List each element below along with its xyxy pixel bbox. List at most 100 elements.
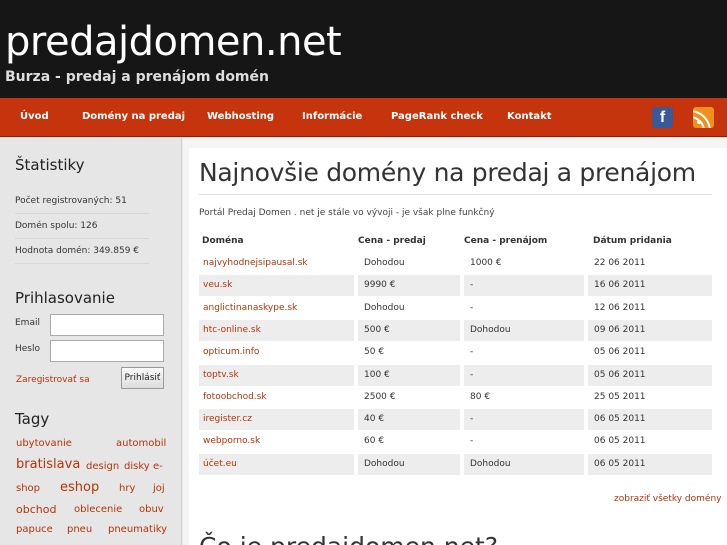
cell-separator [354,409,358,431]
nav-item-webhosting[interactable]: Webhosting [207,98,274,136]
cell-separator [460,364,464,386]
stat-divider [15,238,149,239]
nav-item-informacie[interactable]: Informácie [302,98,362,136]
cell-sale-price: 50 € [364,347,385,358]
cell-date: 09 06 2011 [594,324,646,335]
cell-rent-price: 1000 € [470,258,502,268]
cell-separator [584,453,588,475]
cell-sale-price: Dohodou [364,302,405,313]
cell-separator [460,409,464,431]
cell-rent-price: Dohodou [470,324,511,335]
cell-separator [354,275,358,297]
cell-sale-price: 9990 € [364,280,396,291]
cell-domain[interactable]: webporno.sk [203,431,260,452]
cell-separator [354,453,358,475]
main-nav: Úvod Domény na predaj Webhosting Informá… [0,98,727,137]
cell-sale-price: 500 € [364,324,390,335]
tag-link[interactable]: design [86,461,119,472]
nav-item-domeny-na-predaj[interactable]: Domény na predaj [82,98,185,136]
cell-sale-price: 2500 € [364,391,396,402]
tag-link[interactable]: papuce [16,524,53,535]
tag-link[interactable]: eshop [60,480,99,495]
cell-sale-price: 40 € [364,414,385,425]
cell-domain[interactable]: účet.eu [203,454,237,475]
facebook-icon[interactable]: f [652,107,673,128]
tag-link[interactable]: bratislava [16,457,80,472]
cell-separator [460,453,464,475]
password-field[interactable] [50,340,164,362]
tag-link[interactable]: pneumatiky [108,524,167,535]
password-label: Heslo [15,344,41,354]
table-row: webporno.sk 60 € - 06 05 2011 [199,431,712,453]
email-field[interactable] [50,314,164,336]
cell-domain[interactable]: toptv.sk [203,365,239,386]
cell-date: 22 06 2011 [594,258,646,268]
tag-link[interactable]: pneu [67,524,92,535]
cell-background [465,431,588,453]
page-title: Najnovšie domény na predaj a prenájom [199,158,696,187]
column-header-sale-price: Cena - predaj [358,236,426,246]
cell-date: 06 05 2011 [594,458,646,469]
cell-domain[interactable]: iregister.cz [203,409,252,430]
nav-item-pagerank-check[interactable]: PageRank check [391,98,483,136]
tag-link[interactable]: shop [16,483,40,494]
column-header-date: Dátum pridania [593,236,672,246]
tag-link[interactable]: oblecenie [74,504,122,515]
tag-link[interactable]: obchod [16,503,56,516]
cell-domain[interactable]: htc-online.sk [203,320,261,341]
cell-rent-price: - [470,414,474,425]
cell-rent-price: - [470,280,474,291]
column-header-domain: Doména [202,236,244,246]
cell-domain[interactable]: fotoobchod.sk [203,387,267,408]
login-heading: Prihlasovanie [15,289,115,307]
stat-divider [15,263,149,264]
table-row: iregister.cz 40 € - 06 05 2011 [199,409,712,431]
cell-separator [354,364,358,386]
tag-link[interactable]: hry [119,483,135,494]
cell-domain[interactable]: najvyhodnejsipausal.sk [203,253,308,274]
cell-domain[interactable]: opticum.info [203,342,259,363]
tag-link[interactable]: obuv [139,504,164,515]
tags-heading: Tagy [15,410,50,428]
cell-date: 05 06 2011 [594,347,646,358]
tag-link[interactable]: e- [153,461,163,472]
cell-date: 06 05 2011 [594,414,646,425]
stat-registered: Počet registrovaných: 51 [15,196,127,206]
nav-item-uvod[interactable]: Úvod [20,98,49,136]
cell-sale-price: 100 € [364,369,390,380]
login-button[interactable]: Prihlásiť [121,367,164,389]
cell-date: 12 06 2011 [594,302,646,313]
cell-separator [584,364,588,386]
site-title[interactable]: predajdomen.net [5,18,342,66]
table-row: anglictinanaskype.sk Dohodou - 12 06 2011 [199,297,712,319]
tag-link[interactable]: joj [153,483,165,494]
table-row: veu.sk 9990 € - 16 06 2011 [199,275,712,297]
cell-date: 25 05 2011 [594,391,646,402]
column-header-rent-price: Cena - prenájom [464,236,548,246]
tag-link[interactable]: automobil [116,438,166,449]
rss-icon[interactable] [693,107,714,128]
cell-separator [584,409,588,431]
cell-rent-price: - [470,436,474,447]
nav-item-kontakt[interactable]: Kontakt [507,98,552,136]
all-domains-link[interactable]: zobraziť všetky domény [614,494,722,504]
tag-link[interactable]: disky [124,461,150,472]
cell-date: 05 06 2011 [594,369,646,380]
stat-domains: Domén spolu: 126 [15,221,98,231]
cell-separator [584,275,588,297]
cell-separator [354,319,358,341]
site-subtitle: Burza - predaj a prenájom domén [5,69,269,85]
cell-domain[interactable]: anglictinanaskype.sk [203,298,297,319]
cell-domain[interactable]: veu.sk [203,275,232,296]
title-divider [199,194,712,195]
register-link[interactable]: Zaregistrovať sa [16,375,90,385]
cell-date: 16 06 2011 [594,280,646,291]
section-heading: Čo je predajdomen.net? [199,532,498,545]
cell-date: 06 05 2011 [594,436,646,447]
table-row: opticum.info 50 € - 05 06 2011 [199,342,712,364]
stats-heading: Štatistiky [15,156,85,174]
tag-link[interactable]: ubytovanie [16,438,72,449]
cell-separator [584,319,588,341]
cell-rent-price: - [470,347,474,358]
cell-rent-price: Dohodou [470,458,511,469]
